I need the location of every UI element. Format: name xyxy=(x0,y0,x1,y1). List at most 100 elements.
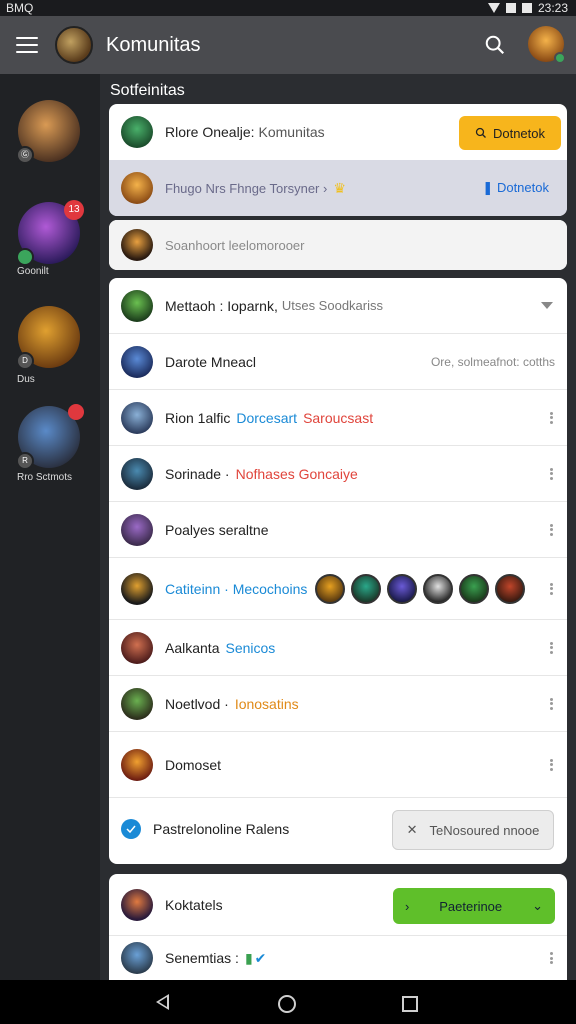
status-icons: 23:23 xyxy=(487,1,568,15)
member-avatar xyxy=(121,888,153,921)
member-name: Darote Mneacl xyxy=(165,353,257,370)
search-card: Soanhoort leelomorooer xyxy=(109,220,567,270)
recents-icon[interactable] xyxy=(402,996,418,1012)
participant-avatar[interactable] xyxy=(315,573,346,604)
status-bar: BMQ 23:23 xyxy=(0,0,576,16)
rail-label: Rro Sctmots xyxy=(17,472,73,483)
member-name: Poalyes seraltne xyxy=(165,521,269,538)
community-label: Komunitas xyxy=(258,124,325,140)
member-avatar xyxy=(121,748,153,781)
rail-server-2[interactable]: 13 xyxy=(16,200,84,266)
member-avatar xyxy=(121,345,153,378)
rail-status-icon: D xyxy=(16,352,34,370)
list-item[interactable]: Poalyes seraltne xyxy=(109,502,567,558)
highlight-action-label: Dotnetok xyxy=(496,180,549,195)
search-avatar xyxy=(121,229,153,261)
status-carrier: BMQ xyxy=(6,1,34,15)
member-avatar xyxy=(121,942,153,974)
member-extra: Ore, solmeafnot: cotths xyxy=(430,354,555,369)
community-icon xyxy=(121,116,153,148)
more-icon[interactable] xyxy=(550,582,553,595)
member-tag[interactable]: Ionosatins xyxy=(235,696,299,712)
app-bar: Komunitas xyxy=(0,16,576,74)
system-nav-bar xyxy=(0,980,576,1024)
more-icon[interactable] xyxy=(550,467,553,480)
member-tag[interactable]: Saroucsast xyxy=(303,410,373,426)
primary-button[interactable]: › Paeterinoe ⌄ xyxy=(393,888,555,924)
more-icon[interactable] xyxy=(550,952,553,964)
community-logo[interactable] xyxy=(55,26,93,64)
search-icon[interactable] xyxy=(484,34,506,56)
pin-icon: ✕ xyxy=(406,822,418,837)
list-item[interactable]: Senemtias : ▮ ✔ xyxy=(109,936,567,980)
chevron-right-icon: › xyxy=(405,898,410,914)
list-item[interactable]: Rion 1alfic Dorcesart Saroucsast xyxy=(109,390,567,446)
participant-avatar[interactable] xyxy=(495,573,526,604)
member-tag[interactable]: Catiteinn · Mecochoins xyxy=(165,581,307,597)
primary-button-label: Paeterinoe xyxy=(439,898,503,914)
menu-icon[interactable] xyxy=(16,37,38,53)
community-row[interactable]: Rlore Onealje: Komunitas Dotnetok xyxy=(109,104,567,160)
list-item[interactable]: Koktatels › Paeterinoe ⌄ xyxy=(109,874,567,936)
member-tag[interactable]: Dorcesart xyxy=(236,410,297,426)
participant-avatar[interactable] xyxy=(423,573,454,604)
battery-icon xyxy=(521,3,532,13)
more-icon[interactable] xyxy=(550,411,553,424)
list-item[interactable]: Domoset xyxy=(109,732,567,798)
checkbox-label: Pastrelonoline Ralens xyxy=(153,821,290,837)
member-name: Koktatels xyxy=(165,896,223,913)
top-card: Rlore Onealje: Komunitas Dotnetok xyxy=(109,104,567,160)
list-header-sub: Utses Soodkariss xyxy=(281,298,383,313)
rail-status-icon: R xyxy=(16,452,34,470)
more-icon[interactable] xyxy=(550,697,553,710)
search-row[interactable]: Soanhoort leelomorooer xyxy=(109,220,567,270)
bottom-card: Koktatels › Paeterinoe ⌄ Senemtias : ▮ ✔ xyxy=(109,874,567,980)
member-name: Senemtias : xyxy=(165,950,239,966)
list-item[interactable]: Sorinade · Nofhases Goncaiye xyxy=(109,446,567,502)
badge-icon: ▮ xyxy=(244,949,253,966)
mascot-icon xyxy=(121,172,153,204)
verified-icon: ✔ xyxy=(254,949,267,966)
signal-icon xyxy=(505,3,516,13)
participant-avatar[interactable] xyxy=(351,573,382,604)
list-item[interactable]: Noetlvod · Ionosatins xyxy=(109,676,567,732)
list-item[interactable]: Aalkanta Senicos xyxy=(109,620,567,676)
member-name: Domoset xyxy=(165,756,222,773)
home-icon[interactable] xyxy=(278,995,296,1013)
search-input[interactable]: Soanhoort leelomorooer xyxy=(165,238,304,253)
online-status-icon xyxy=(554,52,566,64)
join-button[interactable]: Dotnetok xyxy=(459,116,561,150)
chevron-down-icon[interactable] xyxy=(541,302,553,309)
checkbox-row[interactable]: Pastrelonoline Ralens ✕ TeNosoured nnooe xyxy=(109,798,567,860)
highlight-row[interactable]: Fhugo Nrs Fhnge Torsyner › ♛ ❚ Dotnetok xyxy=(109,160,567,216)
member-tag[interactable]: Nofhases Goncaiye xyxy=(236,466,358,482)
rail-server-4[interactable]: R xyxy=(16,404,84,470)
unread-badge xyxy=(68,404,84,420)
back-icon[interactable] xyxy=(156,994,169,1010)
more-icon[interactable] xyxy=(550,758,553,771)
highlight-text: Fhugo Nrs Fhnge Torsyner › xyxy=(165,180,328,196)
list-item[interactable]: Catiteinn · Mecochoins xyxy=(109,558,567,620)
secondary-button[interactable]: ✕ TeNosoured nnooe xyxy=(392,810,554,850)
member-name: Rion 1alfic xyxy=(165,409,231,426)
section-title: Sotfeinitas xyxy=(110,82,185,99)
list-header[interactable]: Mettaoh : Ioparnk, Utses Soodkariss xyxy=(109,278,567,334)
more-icon[interactable] xyxy=(550,641,553,654)
participant-avatar[interactable] xyxy=(459,573,490,604)
highlight-action[interactable]: ❚ Dotnetok xyxy=(482,180,549,196)
rail-status-icon xyxy=(16,248,34,266)
crown-icon: ♛ xyxy=(333,179,346,196)
rail-server-1[interactable]: Ⓖ xyxy=(16,100,80,164)
page-title: Komunitas xyxy=(106,34,201,56)
rail-server-3[interactable]: D xyxy=(16,306,80,370)
more-icon[interactable] xyxy=(550,523,553,536)
member-name: Noetlvod · xyxy=(165,695,229,712)
list-item[interactable]: Darote Mneacl Ore, solmeafnot: cotths xyxy=(109,334,567,390)
pin-icon: ❚ xyxy=(482,180,494,195)
check-icon[interactable] xyxy=(121,819,141,839)
participant-avatar[interactable] xyxy=(387,573,418,604)
members-list: Mettaoh : Ioparnk, Utses Soodkariss Daro… xyxy=(109,278,567,864)
member-name: Aalkanta xyxy=(165,639,220,656)
list-header-title: Mettaoh : Ioparnk, xyxy=(165,297,278,314)
member-tag[interactable]: Senicos xyxy=(225,640,275,656)
